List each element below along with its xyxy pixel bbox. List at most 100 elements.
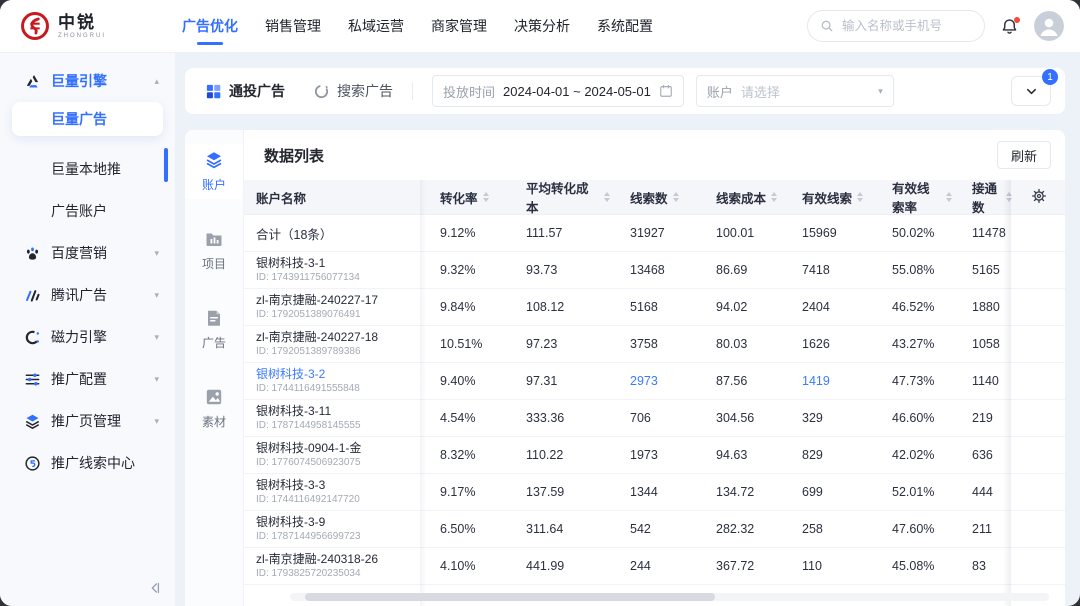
tab-ad-icon xyxy=(204,308,224,328)
account-id: ID: 1787144956699723 xyxy=(256,530,361,543)
chevron-down-icon: ▾ xyxy=(878,86,883,97)
data-card: 账户项目广告素材 数据列表 刷新 账户名称转化率平均转化成本线索数线索成本有效线… xyxy=(185,130,1065,606)
ad-type-tab-通投广告[interactable]: 通投广告 xyxy=(205,81,285,101)
caret-down-icon: ▾ xyxy=(154,290,159,301)
account-name[interactable]: zl-南京捷融-240318-26 xyxy=(256,552,378,568)
value-cell-线索成本: 282.32 xyxy=(696,511,782,547)
sidebar: 巨量引擎▴巨量广告巨量本地推广告账户百度营销▾腾讯广告▾磁力引擎▾推广配置▾推广… xyxy=(0,52,175,606)
ad-type-tab-搜索广告[interactable]: 搜索广告 xyxy=(313,81,393,101)
account-id: ID: 1787144958145555 xyxy=(256,419,361,432)
header-right xyxy=(807,10,1064,42)
row-settings-cell xyxy=(1012,252,1065,288)
value-cell-线索数: 706 xyxy=(610,400,696,436)
avatar[interactable] xyxy=(1034,11,1064,41)
sort-icon[interactable] xyxy=(857,192,863,202)
table-row: 银树科技-3-2ID: 17441164915558489.40%97.3129… xyxy=(244,363,1065,400)
table-row: 银树科技-3-3ID: 17441164921477209.17%137.591… xyxy=(244,474,1065,511)
refresh-button[interactable]: 刷新 xyxy=(997,141,1051,169)
sidebar-group-推广配置[interactable]: 推广配置▾ xyxy=(0,358,175,400)
account-label: 账户 xyxy=(707,82,733,101)
nav-item-决策分析[interactable]: 决策分析 xyxy=(514,0,570,52)
account-id: ID: 1792051389789386 xyxy=(256,345,378,358)
account-name[interactable]: 银树科技-3-9 xyxy=(256,515,361,531)
entity-tab-label: 广告 xyxy=(202,334,226,351)
account-name[interactable]: 银树科技-3-11 xyxy=(256,404,361,420)
account-id: ID: 1792051389076491 xyxy=(256,308,378,321)
account-name[interactable]: zl-南京捷融-240227-18 xyxy=(256,330,378,346)
entity-tab-广告[interactable]: 广告 xyxy=(185,302,243,357)
sort-icon[interactable] xyxy=(771,192,777,202)
sidebar-group-磁力引擎[interactable]: 磁力引擎▾ xyxy=(0,316,175,358)
value-cell-转化率: 4.54% xyxy=(420,400,506,436)
account-name[interactable]: 银树科技-3-2 xyxy=(256,367,360,383)
row-settings-cell xyxy=(1012,437,1065,473)
value-cell-接通数: 219 xyxy=(952,400,1012,436)
column-header-有效线索率[interactable]: 有效线索率 xyxy=(872,180,952,214)
grid-icon xyxy=(205,83,222,100)
sidebar-group-推广页管理[interactable]: 推广页管理▾ xyxy=(0,400,175,442)
nav-item-商家管理[interactable]: 商家管理 xyxy=(431,0,487,52)
value-cell-线索成本: 80.03 xyxy=(696,326,782,362)
horizontal-scrollbar[interactable] xyxy=(290,593,1049,601)
entity-tab-素材[interactable]: 素材 xyxy=(185,381,243,436)
account-name-cell: zl-南京捷融-240227-18ID: 1792051389789386 xyxy=(244,326,420,362)
column-settings-cell[interactable] xyxy=(1012,180,1065,214)
table-row: 银树科技-0904-1-金ID: 17760745069230758.32%11… xyxy=(244,437,1065,474)
column-header-线索成本[interactable]: 线索成本 xyxy=(696,180,782,214)
sidebar-group-腾讯广告[interactable]: 腾讯广告▾ xyxy=(0,274,175,316)
sidebar-group-巨量引擎[interactable]: 巨量引擎▴ xyxy=(0,60,175,102)
sort-icon[interactable] xyxy=(673,192,679,202)
sidebar-group-百度营销[interactable]: 百度营销▾ xyxy=(0,232,175,274)
account-select[interactable]: 账户 请选择 ▾ xyxy=(696,75,894,107)
ad-type-tab-label: 通投广告 xyxy=(229,81,285,101)
nav-item-系统配置[interactable]: 系统配置 xyxy=(597,0,653,52)
table-row: zl-南京捷融-240318-26ID: 17938257202350344.1… xyxy=(244,548,1065,585)
account-name[interactable]: 银树科技-3-3 xyxy=(256,478,360,494)
value-cell-线索数[interactable]: 2973 xyxy=(610,363,696,399)
sidebar-item-巨量广告[interactable]: 巨量广告 xyxy=(12,102,163,136)
sidebar-group-推广线索中心[interactable]: 推广线索中心 xyxy=(0,442,175,484)
account-name[interactable]: zl-南京捷融-240227-17 xyxy=(256,293,378,309)
nav-item-私域运营[interactable]: 私域运营 xyxy=(348,0,404,52)
sidebar-item-广告账户[interactable]: 广告账户 xyxy=(0,190,175,232)
nav-item-广告优化[interactable]: 广告优化 xyxy=(182,0,238,52)
value-cell-有效线索[interactable]: 1419 xyxy=(782,363,872,399)
filter-collapse-button[interactable]: 1 xyxy=(1011,76,1051,106)
column-header-label: 接通数 xyxy=(972,180,1001,216)
column-header-转化率[interactable]: 转化率 xyxy=(420,180,506,214)
sliders-icon xyxy=(24,371,41,388)
sidebar-item-巨量本地推[interactable]: 巨量本地推 xyxy=(0,148,175,190)
value-cell-平均转化成本: 93.73 xyxy=(506,252,610,288)
entity-tab-label: 素材 xyxy=(202,413,226,430)
panel-title: 数据列表 xyxy=(264,145,324,166)
filter-divider xyxy=(412,82,413,100)
table-panel-header: 数据列表 刷新 xyxy=(244,130,1065,180)
nav-item-销售管理[interactable]: 销售管理 xyxy=(265,0,321,52)
total-label: 合计（18条） xyxy=(256,224,332,243)
column-header-有效线索[interactable]: 有效线索 xyxy=(782,180,872,214)
column-header-平均转化成本[interactable]: 平均转化成本 xyxy=(506,180,610,214)
account-id: ID: 1793825720235034 xyxy=(256,567,378,580)
sort-icon[interactable] xyxy=(483,192,489,202)
account-name[interactable]: 银树科技-0904-1-金 xyxy=(256,441,361,457)
entity-tab-账户[interactable]: 账户 xyxy=(185,144,243,199)
date-range-picker[interactable]: 投放时间 2024-04-01 ~ 2024-05-01 xyxy=(432,75,684,107)
column-header-接通数[interactable]: 接通数 xyxy=(952,180,1012,214)
account-name[interactable]: 银树科技-3-1 xyxy=(256,256,360,272)
sidebar-collapse-button[interactable] xyxy=(147,580,163,596)
table-row: 银树科技-3-11ID: 17871449581455554.54%333.36… xyxy=(244,400,1065,437)
logo-text: 中锐 xyxy=(58,14,106,31)
notification-bell[interactable] xyxy=(1000,17,1019,36)
value-cell-转化率: 6.50% xyxy=(420,511,506,547)
global-search[interactable] xyxy=(807,10,985,42)
scrollbar-thumb[interactable] xyxy=(305,593,715,601)
search-input[interactable] xyxy=(840,18,972,34)
value-cell-平均转化成本: 111.57 xyxy=(506,215,610,251)
leads-icon xyxy=(24,455,41,472)
table-row: 银树科技-3-9ID: 17871449566997236.50%311.645… xyxy=(244,511,1065,548)
entity-tab-项目[interactable]: 项目 xyxy=(185,223,243,278)
value-cell-有效线索: 1626 xyxy=(782,326,872,362)
column-header-线索数[interactable]: 线索数 xyxy=(610,180,696,214)
row-settings-cell xyxy=(1012,548,1065,584)
value-cell-线索数: 1344 xyxy=(610,474,696,510)
